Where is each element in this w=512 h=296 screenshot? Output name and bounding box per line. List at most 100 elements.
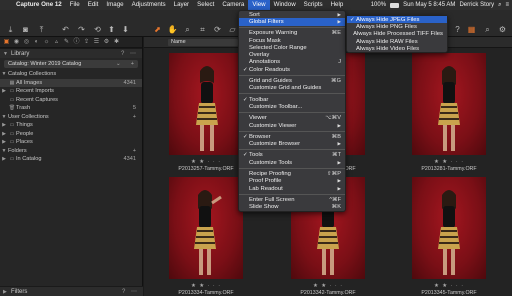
rotate-tool-icon[interactable]: ⟳ [212,24,223,35]
library-controls[interactable]: ? ⋯ [121,50,142,57]
menu-camera[interactable]: Camera [218,0,248,10]
adjust-tab-icon[interactable]: ⚙ [103,39,110,46]
menu-view[interactable]: View [248,0,270,10]
add-folder-icon[interactable]: + [133,148,142,154]
disclosure-right-icon[interactable]: ▶ [0,131,8,137]
disclosure-down-icon[interactable]: ▼ [0,71,8,77]
rating-stars[interactable]: ★ ★ · · · [169,283,243,289]
catalog-collections-header[interactable]: ▼ Catalog Collections [0,70,142,79]
user-name[interactable]: Derrick Story [459,2,494,8]
menu-item-customize-tools[interactable]: Customize Tools ▶ [239,159,345,166]
submenu-item-always-hide-jpeg-files[interactable]: ✓ Always Hide JPEG Files [347,16,447,24]
menu-file[interactable]: File [66,0,84,10]
capture-tab-icon[interactable]: ◉ [13,39,20,46]
undo-icon[interactable]: ↶ [60,24,71,35]
settings-icon[interactable]: ⚙ [497,24,508,35]
user-collection-people[interactable]: ▶ ▭ People [0,130,142,139]
disclosure-right-icon[interactable]: ▶ [0,139,8,145]
menu-adjustments[interactable]: Adjustments [128,0,170,10]
menu-item-tools[interactable]: ✓ Tools ⌘T [239,152,345,159]
user-collections-header[interactable]: ▼ User Collections + [0,113,142,122]
add-icon[interactable]: + [131,61,134,67]
disclosure-right-icon[interactable]: ▶ [0,122,8,128]
styles-tab-icon[interactable]: ✱ [113,39,120,46]
menu-item-customize-grid-and-guides[interactable]: Customize Grid and Guides [239,85,345,92]
menu-item-browser[interactable]: ✓ Browser ⌘B [239,133,345,140]
collection-all-images[interactable]: ▦ All Images 4341 [0,78,142,87]
library-header[interactable]: ▼ Library ? ⋯ [0,48,142,58]
paste-adjustments-icon[interactable]: ⬇ [120,24,131,35]
filters-controls[interactable]: ? ⋯ [122,288,143,295]
search-browser-icon[interactable]: ⌕ [482,24,493,35]
folders-header[interactable]: ▼ Folders + [0,147,142,156]
library-tab-icon[interactable]: ▣ [3,39,10,46]
menu-scripts[interactable]: Scripts [300,0,327,10]
disclosure-right-icon[interactable]: ▶ [0,156,8,162]
add-collection-icon[interactable]: + [133,114,142,120]
clock[interactable]: Sun May 5 8:45 AM [403,2,455,8]
collection-recent-captures[interactable]: ▭ Recent Captures [0,96,142,105]
menu-item-selected-color-range[interactable]: Selected Color Range [239,44,345,51]
export-icon[interactable]: ⤒ [36,24,47,35]
folder-in-catalog[interactable]: ▶ ▭ In Catalog 4341 [0,155,142,164]
menu-list-icon[interactable]: ≡ [505,2,509,8]
search-icon[interactable]: ⌕ [498,2,501,9]
details-tab-icon[interactable]: ▵ [53,39,60,46]
filters-header[interactable]: ▶ Filters ? ⋯ [0,286,143,296]
menu-window[interactable]: Window [270,0,300,10]
collection-recent-imports[interactable]: ▶ ▭ Recent Imports [0,87,142,96]
photo-thumbnail[interactable] [169,177,243,279]
color-tab-icon[interactable]: ◐ [33,39,40,46]
exposure-tab-icon[interactable]: ☼ [43,39,50,46]
menu-item-viewer[interactable]: Viewer ⌥⌘V [239,115,345,122]
grid-view-icon[interactable]: ▦ [466,24,477,35]
batch-tab-icon[interactable]: ☰ [93,39,100,46]
menu-item-slide-show[interactable]: Slide Show ⌘K [239,204,345,211]
submenu-item-always-hide-png-files[interactable]: Always Hide PNG Files [347,23,447,30]
menu-item-global-filters[interactable]: Global Filters ▶ [239,18,345,26]
collection-trash[interactable]: 🗑 Trash 5 [0,104,142,113]
menu-item-customize-browser[interactable]: Customize Browser ▶ [239,140,345,147]
submenu-item-always-hide-video-files[interactable]: Always Hide Video Files [347,45,447,52]
menu-item-recipe-proofing[interactable]: Recipe Proofing ⇧⌘P [239,170,345,177]
submenu-item-always-hide-processed-tiff-files[interactable]: Always Hide Processed TIFF Files [347,31,447,38]
menu-image[interactable]: Image [102,0,127,10]
menu-edit[interactable]: Edit [84,0,103,10]
menu-item-exposure-warning[interactable]: Exposure Warning ⌘E [239,30,345,37]
disclosure-right-icon[interactable]: ▶ [0,88,8,94]
photo-thumbnail[interactable] [412,177,486,279]
battery-icon[interactable] [390,2,400,8]
cursor-tool-icon[interactable]: ⬈ [152,24,163,35]
rating-stars[interactable]: ★ ★ · · · [412,159,486,165]
help-icon[interactable]: ? [452,24,463,35]
zoom-tool-icon[interactable]: ⌕ [182,24,193,35]
metadata-tab-icon[interactable]: ⓘ [73,39,80,46]
menu-help[interactable]: Help [327,0,348,10]
catalog-selector[interactable]: Catalog: Winter 2019 Catalog ⌄ + [4,60,138,68]
rating-stars[interactable]: ★ ★ · · · [412,283,486,289]
camera-icon[interactable]: ◙ [20,24,31,35]
rating-stars[interactable]: ★ ★ · · · [291,283,365,289]
user-collection-things[interactable]: ▶ ▭ Things [0,121,142,130]
sort-field[interactable]: Name [168,39,238,46]
user-collection-places[interactable]: ▶ ▭ Places [0,138,142,147]
menu-layer[interactable]: Layer [170,0,193,10]
menu-item-focus-mask[interactable]: Focus Mask [239,37,345,44]
reset-icon[interactable]: ⟲ [92,24,103,35]
redo-icon[interactable]: ↷ [76,24,87,35]
menu-item-customize-viewer[interactable]: Customize Viewer ▶ [239,122,345,129]
import-icon[interactable]: ⤓ [5,24,16,35]
menu-item-toolbar[interactable]: ✓ Toolbar [239,96,345,103]
menu-item-lab-readout[interactable]: Lab Readout ▶ [239,185,345,192]
lens-tab-icon[interactable]: ◎ [23,39,30,46]
menu-select[interactable]: Select [193,0,218,10]
local-adjust-tab-icon[interactable]: ✎ [63,39,70,46]
photo-thumbnail[interactable] [412,53,486,155]
menu-item-overlay[interactable]: Overlay [239,51,345,58]
submenu-item-always-hide-raw-files[interactable]: Always Hide RAW Files [347,38,447,45]
disclosure-down-icon[interactable]: ▼ [0,114,8,120]
menu-item-color-readouts[interactable]: ✓ Color Readouts [239,66,345,73]
photo-thumbnail[interactable] [169,53,243,155]
output-tab-icon[interactable]: ⇪ [83,39,90,46]
menu-item-sort[interactable]: Sort ▶ [239,11,345,18]
